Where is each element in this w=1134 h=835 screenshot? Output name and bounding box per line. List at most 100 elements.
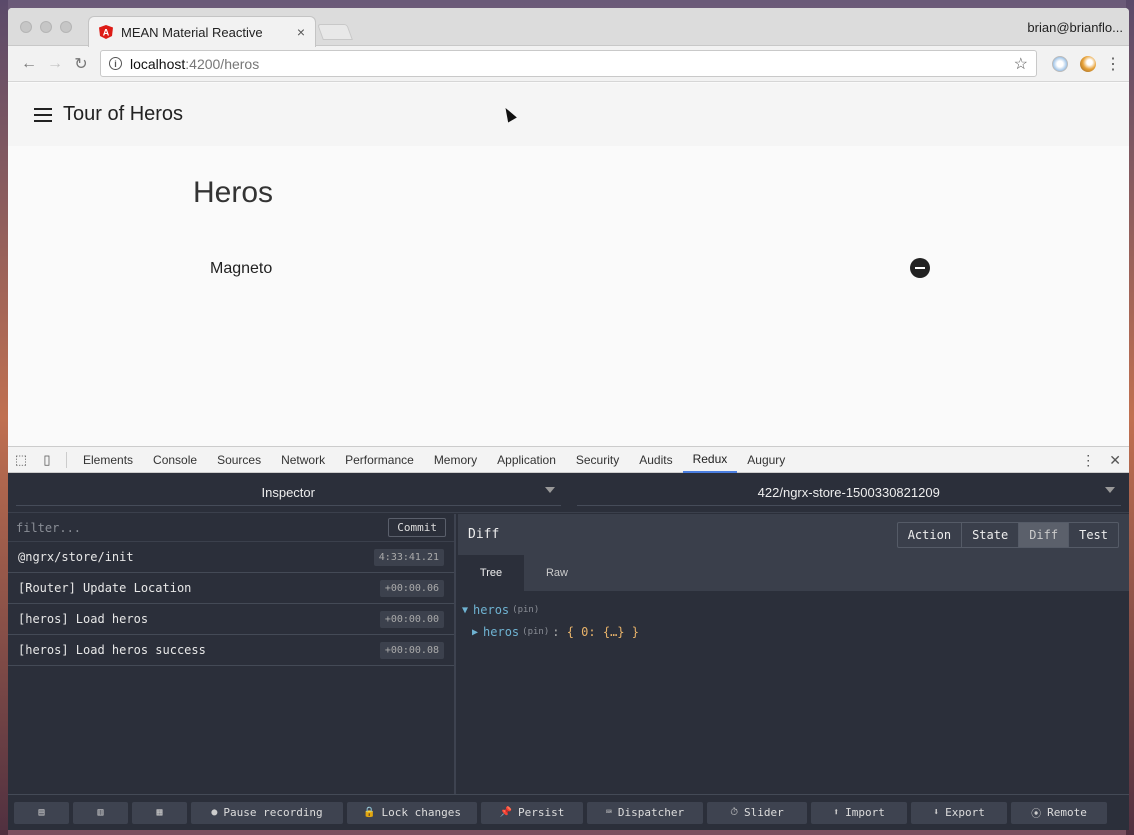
browser-window: A MEAN Material Reactive × brian@brianfl… [8, 8, 1129, 830]
menu-icon[interactable] [34, 107, 52, 122]
diff-view-button[interactable]: Diff [1018, 522, 1069, 547]
import-button[interactable]: ⬆ Import [811, 801, 907, 824]
action-list-item[interactable]: [heros] Load heros success +00:00.08 [8, 635, 454, 666]
extension-icon[interactable] [1077, 53, 1099, 75]
devtools-tab-elements[interactable]: Elements [73, 447, 143, 473]
pin-link[interactable]: (pin) [512, 605, 539, 615]
diff-tree: ▼ heros (pin) ▶ heros (pin): { 0: {…} } [458, 591, 1129, 651]
action-name: [heros] Load heros success [18, 643, 206, 657]
devtools-controls: ⋮ ✕ [1081, 447, 1121, 473]
browser-tab[interactable]: A MEAN Material Reactive × [88, 16, 316, 47]
commit-button[interactable]: Commit [388, 518, 446, 537]
tree-node[interactable]: ▶ heros (pin): { 0: {…} } [462, 621, 1125, 643]
dispatcher-button[interactable]: ⌨ Dispatcher [587, 801, 703, 824]
devtools-tab-network[interactable]: Network [271, 447, 335, 473]
tab-close-icon[interactable]: × [297, 24, 305, 40]
pause-recording-button[interactable]: ● Pause recording [191, 801, 343, 824]
layout-2-button[interactable]: ▥ [73, 801, 128, 824]
slider-button[interactable]: ⏱ Slider [707, 801, 807, 824]
extension-icon[interactable] [1049, 53, 1071, 75]
subtab-tree[interactable]: Tree [458, 555, 524, 591]
inspector-panel-label: Diff [468, 527, 500, 542]
layout-2-icon: ▥ [97, 807, 104, 818]
devtools-tabs: Elements Console Sources Network Performance… [73, 447, 795, 473]
import-icon: ⬆ [833, 807, 840, 818]
divider [66, 451, 67, 468]
colon: : [552, 625, 560, 639]
remove-hero-button[interactable] [910, 258, 930, 278]
hero-list-item[interactable]: Magneto [210, 260, 272, 278]
instance-select[interactable]: 422/ngrx-store-1500330821209 [576, 479, 1121, 506]
back-button[interactable]: ← [16, 55, 42, 73]
minimize-window-button[interactable] [40, 21, 52, 33]
maximize-window-button[interactable] [60, 21, 72, 33]
action-list-item[interactable]: [heros] Load heros +00:00.00 [8, 604, 454, 635]
forward-button[interactable]: → [42, 55, 68, 73]
devtools-menu-icon[interactable]: ⋮ [1081, 452, 1095, 469]
action-list-item[interactable]: @ngrx/store/init 4:33:41.21 [8, 542, 454, 573]
instance-select-value: 422/ngrx-store-1500330821209 [757, 484, 940, 500]
tab-title: MEAN Material Reactive [121, 24, 263, 40]
browser-tab-bar: A MEAN Material Reactive × brian@brianfl… [8, 8, 1129, 47]
close-window-button[interactable] [20, 21, 32, 33]
inspect-element-icon[interactable]: ⬚ [8, 447, 34, 473]
devtools-tab-redux[interactable]: Redux [682, 447, 738, 473]
filter-input[interactable] [16, 520, 389, 535]
bookmark-star-icon[interactable]: ☆ [1014, 54, 1028, 74]
test-view-button[interactable]: Test [1068, 522, 1118, 547]
action-list-panel: Commit @ngrx/store/init 4:33:41.21 [Router… [8, 514, 456, 794]
redux-devtools: Inspector 422/ngrx-store-1500330821209 C… [8, 473, 1129, 830]
persist-label: Persist [518, 806, 565, 819]
lock-changes-icon: 🔒 [363, 807, 376, 818]
tree-node[interactable]: ▼ heros (pin) [462, 599, 1125, 621]
action-list: @ngrx/store/init 4:33:41.21 [Router] Updat… [8, 542, 454, 666]
action-view-button[interactable]: Action [898, 523, 961, 547]
action-list-item[interactable]: [Router] Update Location +00:00.06 [8, 573, 454, 604]
app-page: Tour of Heros Heros Magneto [8, 83, 1129, 446]
browser-menu-icon[interactable]: ⋮ [1105, 54, 1121, 74]
state-view-button[interactable]: State [961, 522, 1018, 547]
action-time-badge: 4:33:41.21 [373, 548, 444, 566]
action-name: [Router] Update Location [18, 581, 192, 595]
export-label: Export [945, 806, 985, 819]
reload-button[interactable]: ↻ [68, 54, 94, 74]
export-button[interactable]: ⬇ Export [911, 801, 1007, 824]
remote-button[interactable]: ⦿ Remote [1011, 801, 1107, 824]
new-tab-button[interactable] [317, 24, 353, 40]
devtools-close-icon[interactable]: ✕ [1109, 452, 1121, 469]
angular-icon: A [99, 25, 113, 39]
devtools-tab-security[interactable]: Security [566, 447, 629, 473]
redux-bottom-toolbar: ▤ ▥ ▦ ● Pause recording 🔒 Lock changes 📌 Persist… [8, 794, 1129, 830]
devtools-tab-memory[interactable]: Memory [424, 447, 487, 473]
chevron-down-icon [544, 487, 555, 493]
lock-changes-button[interactable]: 🔒 Lock changes [347, 801, 477, 824]
redux-top-bar: Inspector 422/ngrx-store-1500330821209 [8, 473, 1129, 513]
info-icon[interactable]: i [109, 57, 122, 70]
devtools-tab-application[interactable]: Application [487, 447, 566, 473]
devtools-tab-sources[interactable]: Sources [207, 447, 271, 473]
svg-text:A: A [103, 28, 110, 38]
subtab-raw[interactable]: Raw [524, 555, 590, 591]
device-toolbar-icon[interactable]: ▯ [34, 447, 60, 473]
profile-name[interactable]: brian@brianflo... [1027, 20, 1123, 35]
address-bar[interactable]: i localhost:4200/heros ☆ [100, 50, 1037, 77]
pin-link[interactable]: (pin) [522, 627, 549, 637]
persist-button[interactable]: 📌 Persist [481, 801, 583, 824]
action-time-badge: +00:00.08 [379, 641, 444, 659]
monitor-select[interactable]: Inspector [16, 479, 561, 506]
devtools-tab-performance[interactable]: Performance [335, 447, 424, 473]
devtools-tab-augury[interactable]: Augury [737, 447, 795, 473]
inspector-header: Diff Action State Diff Test [458, 514, 1129, 555]
app-toolbar: Tour of Heros [8, 83, 1129, 146]
devtools-tab-audits[interactable]: Audits [629, 447, 682, 473]
view-switcher: Action State Diff Test [896, 521, 1119, 548]
url-path: :4200/heros [185, 55, 260, 72]
devtools-tab-console[interactable]: Console [143, 447, 207, 473]
layout-3-button[interactable]: ▦ [132, 801, 187, 824]
expanded-arrow-icon: ▼ [462, 604, 469, 616]
layout-1-button[interactable]: ▤ [14, 801, 69, 824]
remote-icon: ⦿ [1031, 809, 1042, 820]
action-time-badge: +00:00.06 [379, 579, 444, 597]
action-name: @ngrx/store/init [18, 550, 134, 564]
dispatcher-label: Dispatcher [617, 806, 685, 819]
